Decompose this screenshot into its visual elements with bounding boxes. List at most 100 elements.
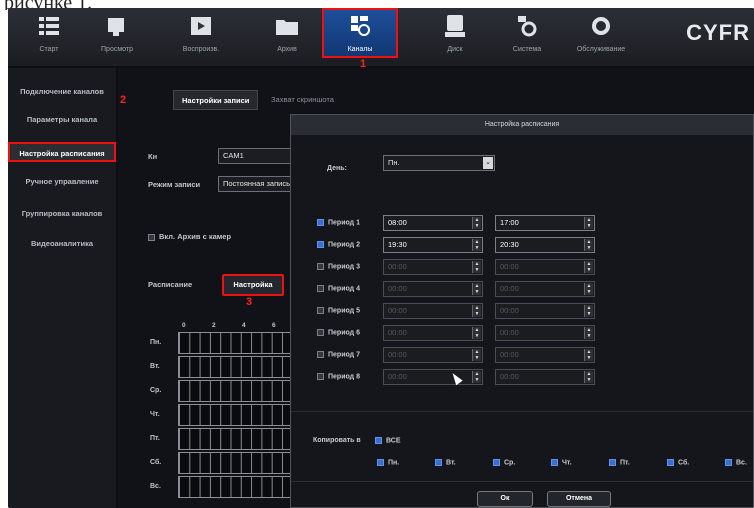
period-option[interactable]: Период 7 <box>317 351 360 358</box>
nav-item-2[interactable]: Воспроизв. <box>166 10 236 62</box>
time-value: 00:00 <box>500 328 519 337</box>
spinner-arrows-icon[interactable]: ▲ ▼ <box>584 349 593 361</box>
nav-item-7[interactable]: Обслуживание <box>566 10 636 62</box>
period-end-time[interactable]: 00:00 ▲ ▼ <box>495 325 595 341</box>
copy-day-option[interactable]: Пн. <box>377 459 399 466</box>
nav-item-6[interactable]: Система <box>492 10 562 62</box>
period-start-time[interactable]: 00:00 ▲ ▼ <box>383 259 483 275</box>
period-checkbox[interactable] <box>317 307 324 314</box>
nav-item-4[interactable]: Каналы <box>322 8 398 58</box>
cancel-button[interactable]: Отмена <box>547 491 611 507</box>
nav-item-3[interactable]: Архив <box>252 10 322 62</box>
period-option[interactable]: Период 1 <box>317 219 360 226</box>
copy-day-label: Сб. <box>678 459 690 467</box>
copy-day-option[interactable]: Вт. <box>435 459 456 466</box>
spinner-arrows-icon[interactable]: ▲ ▼ <box>584 239 593 251</box>
nav-item-1[interactable]: Просмотр <box>82 10 152 62</box>
sidebar-item-1[interactable]: Параметры канала <box>8 110 116 130</box>
spinner-arrows-icon[interactable]: ▲ ▼ <box>472 305 481 317</box>
ok-button[interactable]: Ок <box>477 491 533 507</box>
grid-day-row[interactable] <box>178 332 302 354</box>
period-end-time[interactable]: 00:00 ▲ ▼ <box>495 281 595 297</box>
copy-day-checkbox[interactable] <box>609 459 616 466</box>
time-value: 00:00 <box>500 350 519 359</box>
sidebar-item-4[interactable]: Группировка каналов <box>8 204 116 224</box>
grid-icon <box>35 12 63 40</box>
archive-checkbox[interactable] <box>148 233 155 241</box>
period-checkbox[interactable] <box>317 219 324 226</box>
grid-day-row[interactable] <box>178 476 302 498</box>
copy-day-checkbox[interactable] <box>667 459 674 466</box>
nav-label: Старт <box>39 46 59 53</box>
period-end-time[interactable]: 00:00 ▲ ▼ <box>495 347 595 363</box>
archive-option[interactable]: Вкл. Архив с камер <box>148 232 231 241</box>
nav-item-0[interactable]: Старт <box>14 10 84 62</box>
period-option[interactable]: Период 6 <box>317 329 360 336</box>
spinner-arrows-icon[interactable]: ▲ ▼ <box>472 349 481 361</box>
tab-record-settings[interactable]: Настройки записи <box>173 90 259 110</box>
grid-day-row[interactable] <box>178 356 302 378</box>
grid-day-row[interactable] <box>178 380 302 402</box>
spinner-arrows-icon[interactable]: ▲ ▼ <box>584 371 593 383</box>
spinner-arrows-icon[interactable]: ▲ ▼ <box>472 371 481 383</box>
period-option[interactable]: Период 4 <box>317 285 360 292</box>
copy-day-checkbox[interactable] <box>435 459 442 466</box>
period-start-time[interactable]: 00:00 ▲ ▼ <box>383 369 483 385</box>
spinner-arrows-icon[interactable]: ▲ ▼ <box>472 327 481 339</box>
copy-day-checkbox[interactable] <box>551 459 558 466</box>
period-option[interactable]: Период 8 <box>317 373 360 380</box>
grid-day-row[interactable] <box>178 452 302 474</box>
period-checkbox[interactable] <box>317 373 324 380</box>
nav-item-5[interactable]: Диск <box>420 10 490 62</box>
spinner-arrows-icon[interactable]: ▲ ▼ <box>584 261 593 273</box>
day-select[interactable]: Пн. ⌄ <box>383 155 495 171</box>
grid-day-row[interactable] <box>178 428 302 450</box>
period-start-time[interactable]: 08:00 ▲ ▼ <box>383 215 483 231</box>
period-start-time[interactable]: 00:00 ▲ ▼ <box>383 303 483 319</box>
sidebar-item-5[interactable]: Видеоаналитика <box>8 234 116 254</box>
copy-day-option[interactable]: Чт. <box>551 459 572 466</box>
grid-day-row[interactable] <box>178 404 302 426</box>
period-checkbox[interactable] <box>317 329 324 336</box>
copy-day-option[interactable]: Пт. <box>609 459 630 466</box>
spinner-arrows-icon[interactable]: ▲ ▼ <box>472 217 481 229</box>
period-end-time[interactable]: 20:30 ▲ ▼ <box>495 237 595 253</box>
sidebar-item-3[interactable]: Ручное управление <box>8 172 116 192</box>
time-value: 00:00 <box>388 262 407 271</box>
copy-day-checkbox[interactable] <box>725 459 732 466</box>
spinner-arrows-icon[interactable]: ▲ ▼ <box>472 239 481 251</box>
tab-screenshot-capture[interactable]: Захват скриншота <box>263 90 342 110</box>
period-option[interactable]: Период 2 <box>317 241 360 248</box>
sidebar-item-2[interactable]: Настройка расписания <box>8 142 116 162</box>
period-start-time[interactable]: 00:00 ▲ ▼ <box>383 325 483 341</box>
spinner-arrows-icon[interactable]: ▲ ▼ <box>584 283 593 295</box>
copy-day-option[interactable]: Ср. <box>493 459 515 466</box>
period-start-time[interactable]: 00:00 ▲ ▼ <box>383 347 483 363</box>
period-option[interactable]: Период 5 <box>317 307 360 314</box>
period-checkbox[interactable] <box>317 241 324 248</box>
spinner-arrows-icon[interactable]: ▲ ▼ <box>584 305 593 317</box>
period-checkbox[interactable] <box>317 263 324 270</box>
spinner-arrows-icon[interactable]: ▲ ▼ <box>584 217 593 229</box>
period-start-time[interactable]: 19:30 ▲ ▼ <box>383 237 483 253</box>
period-end-time[interactable]: 00:00 ▲ ▼ <box>495 303 595 319</box>
copy-day-option[interactable]: Вс. <box>725 459 747 466</box>
period-start-time[interactable]: 00:00 ▲ ▼ <box>383 281 483 297</box>
copy-all-option[interactable]: ВСЕ <box>375 437 401 444</box>
spinner-arrows-icon[interactable]: ▲ ▼ <box>472 261 481 273</box>
spinner-arrows-icon[interactable]: ▲ ▼ <box>472 283 481 295</box>
copy-all-checkbox[interactable] <box>375 437 382 444</box>
period-end-time[interactable]: 17:00 ▲ ▼ <box>495 215 595 231</box>
copy-day-checkbox[interactable] <box>377 459 384 466</box>
period-checkbox[interactable] <box>317 351 324 358</box>
time-value: 00:00 <box>388 328 407 337</box>
copy-day-option[interactable]: Сб. <box>667 459 689 466</box>
period-option[interactable]: Период 3 <box>317 263 360 270</box>
spinner-arrows-icon[interactable]: ▲ ▼ <box>584 327 593 339</box>
copy-day-checkbox[interactable] <box>493 459 500 466</box>
sidebar-item-0[interactable]: Подключение каналов <box>8 82 116 102</box>
period-end-time[interactable]: 00:00 ▲ ▼ <box>495 259 595 275</box>
period-checkbox[interactable] <box>317 285 324 292</box>
schedule-setup-button[interactable]: Настройка <box>222 274 284 296</box>
period-end-time[interactable]: 00:00 ▲ ▼ <box>495 369 595 385</box>
